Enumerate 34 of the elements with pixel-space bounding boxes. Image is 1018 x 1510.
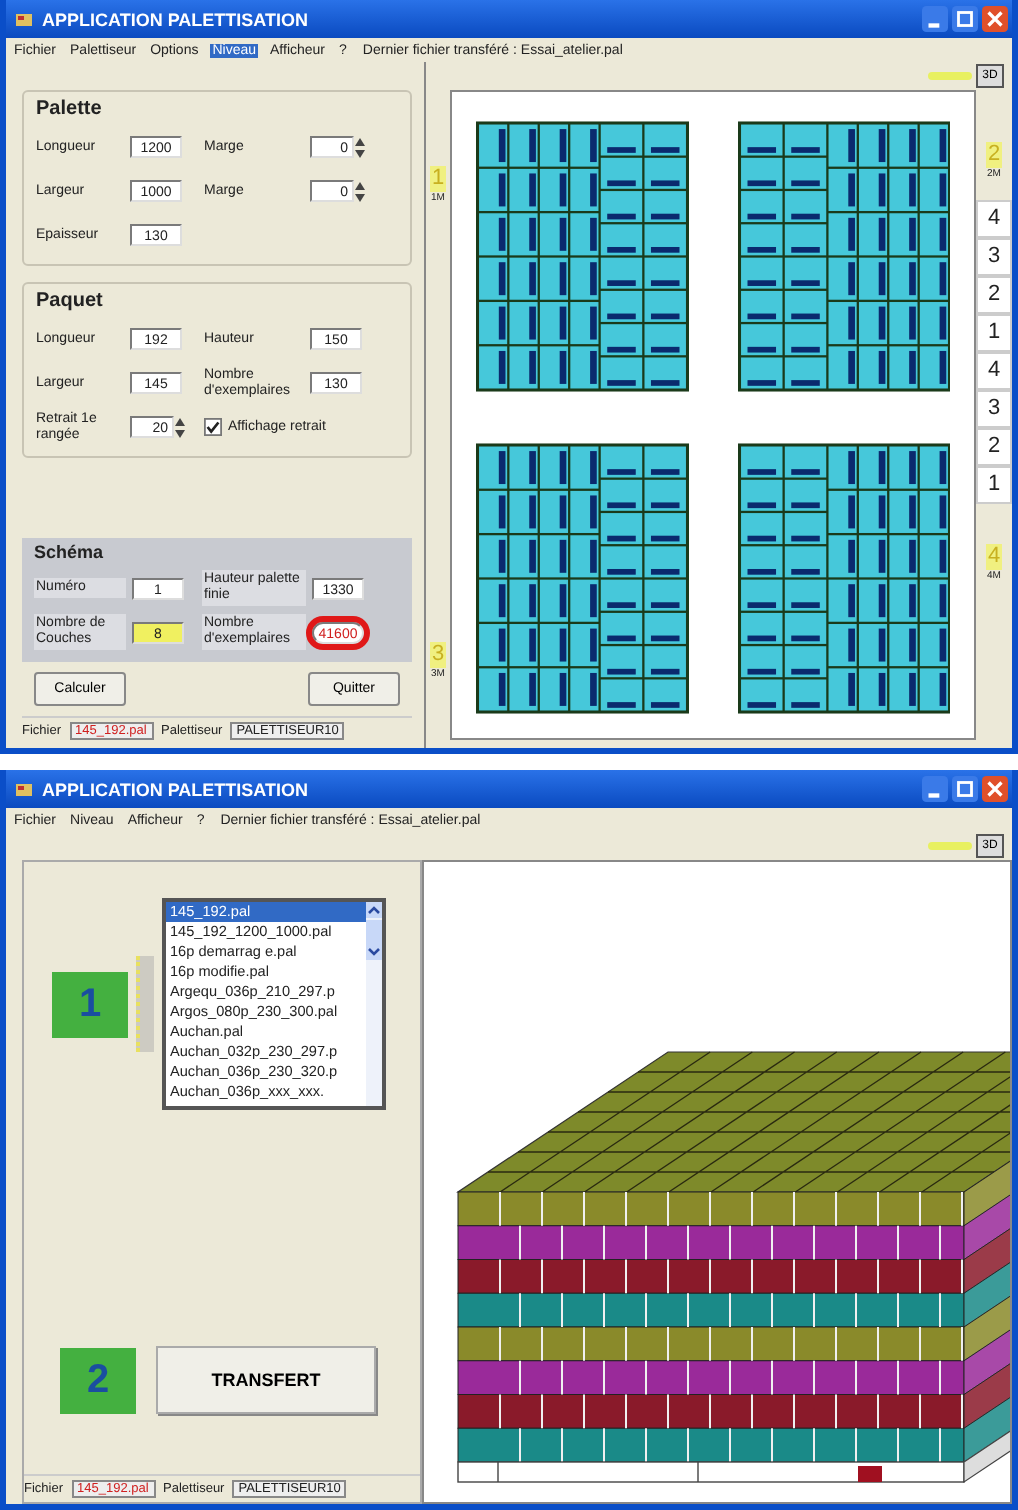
group-title: Schéma [34,542,106,562]
scroll-down-icon[interactable] [366,944,382,960]
quadrant-number: 2 [985,142,1003,168]
window-title: APPLICATION PALETTISATION [42,9,308,29]
step-number: 1 [52,971,128,1037]
layer-number[interactable]: 1 [976,314,1012,352]
minimize-icon[interactable] [922,776,948,802]
checkbox[interactable] [204,418,222,436]
scrollbar[interactable] [366,902,382,1106]
scroll-up-icon[interactable] [366,902,382,918]
close-icon[interactable] [982,6,1008,32]
maximize-icon[interactable] [952,776,978,802]
layer-number[interactable]: 3 [976,390,1012,428]
layer-number[interactable]: 2 [976,276,1012,314]
maximize-icon[interactable] [952,6,978,32]
minimize-icon[interactable] [922,6,948,32]
step-number: 2 [60,1347,136,1413]
layer-number[interactable]: 4 [976,352,1012,390]
quadrant-number: 3 [429,642,447,668]
quadrant-number: 4 [985,544,1003,570]
quadrant-number: 1 [429,166,447,192]
layer-number[interactable]: 1 [976,466,1012,504]
close-icon[interactable] [982,776,1008,802]
window-title: APPLICATION PALETTISATION [42,779,308,799]
layer-number[interactable]: 3 [976,238,1012,276]
app-icon [14,779,34,799]
scroll-thumb[interactable] [366,920,382,944]
layer-number[interactable]: 4 [976,200,1012,238]
layer-number[interactable]: 2 [976,428,1012,466]
group-title: Paquet [36,290,105,312]
transfer-button[interactable]: TRANSFERT [156,1346,376,1414]
group-title: Palette [36,98,104,120]
app-icon [14,9,34,29]
scroll-handle[interactable] [136,956,154,1052]
